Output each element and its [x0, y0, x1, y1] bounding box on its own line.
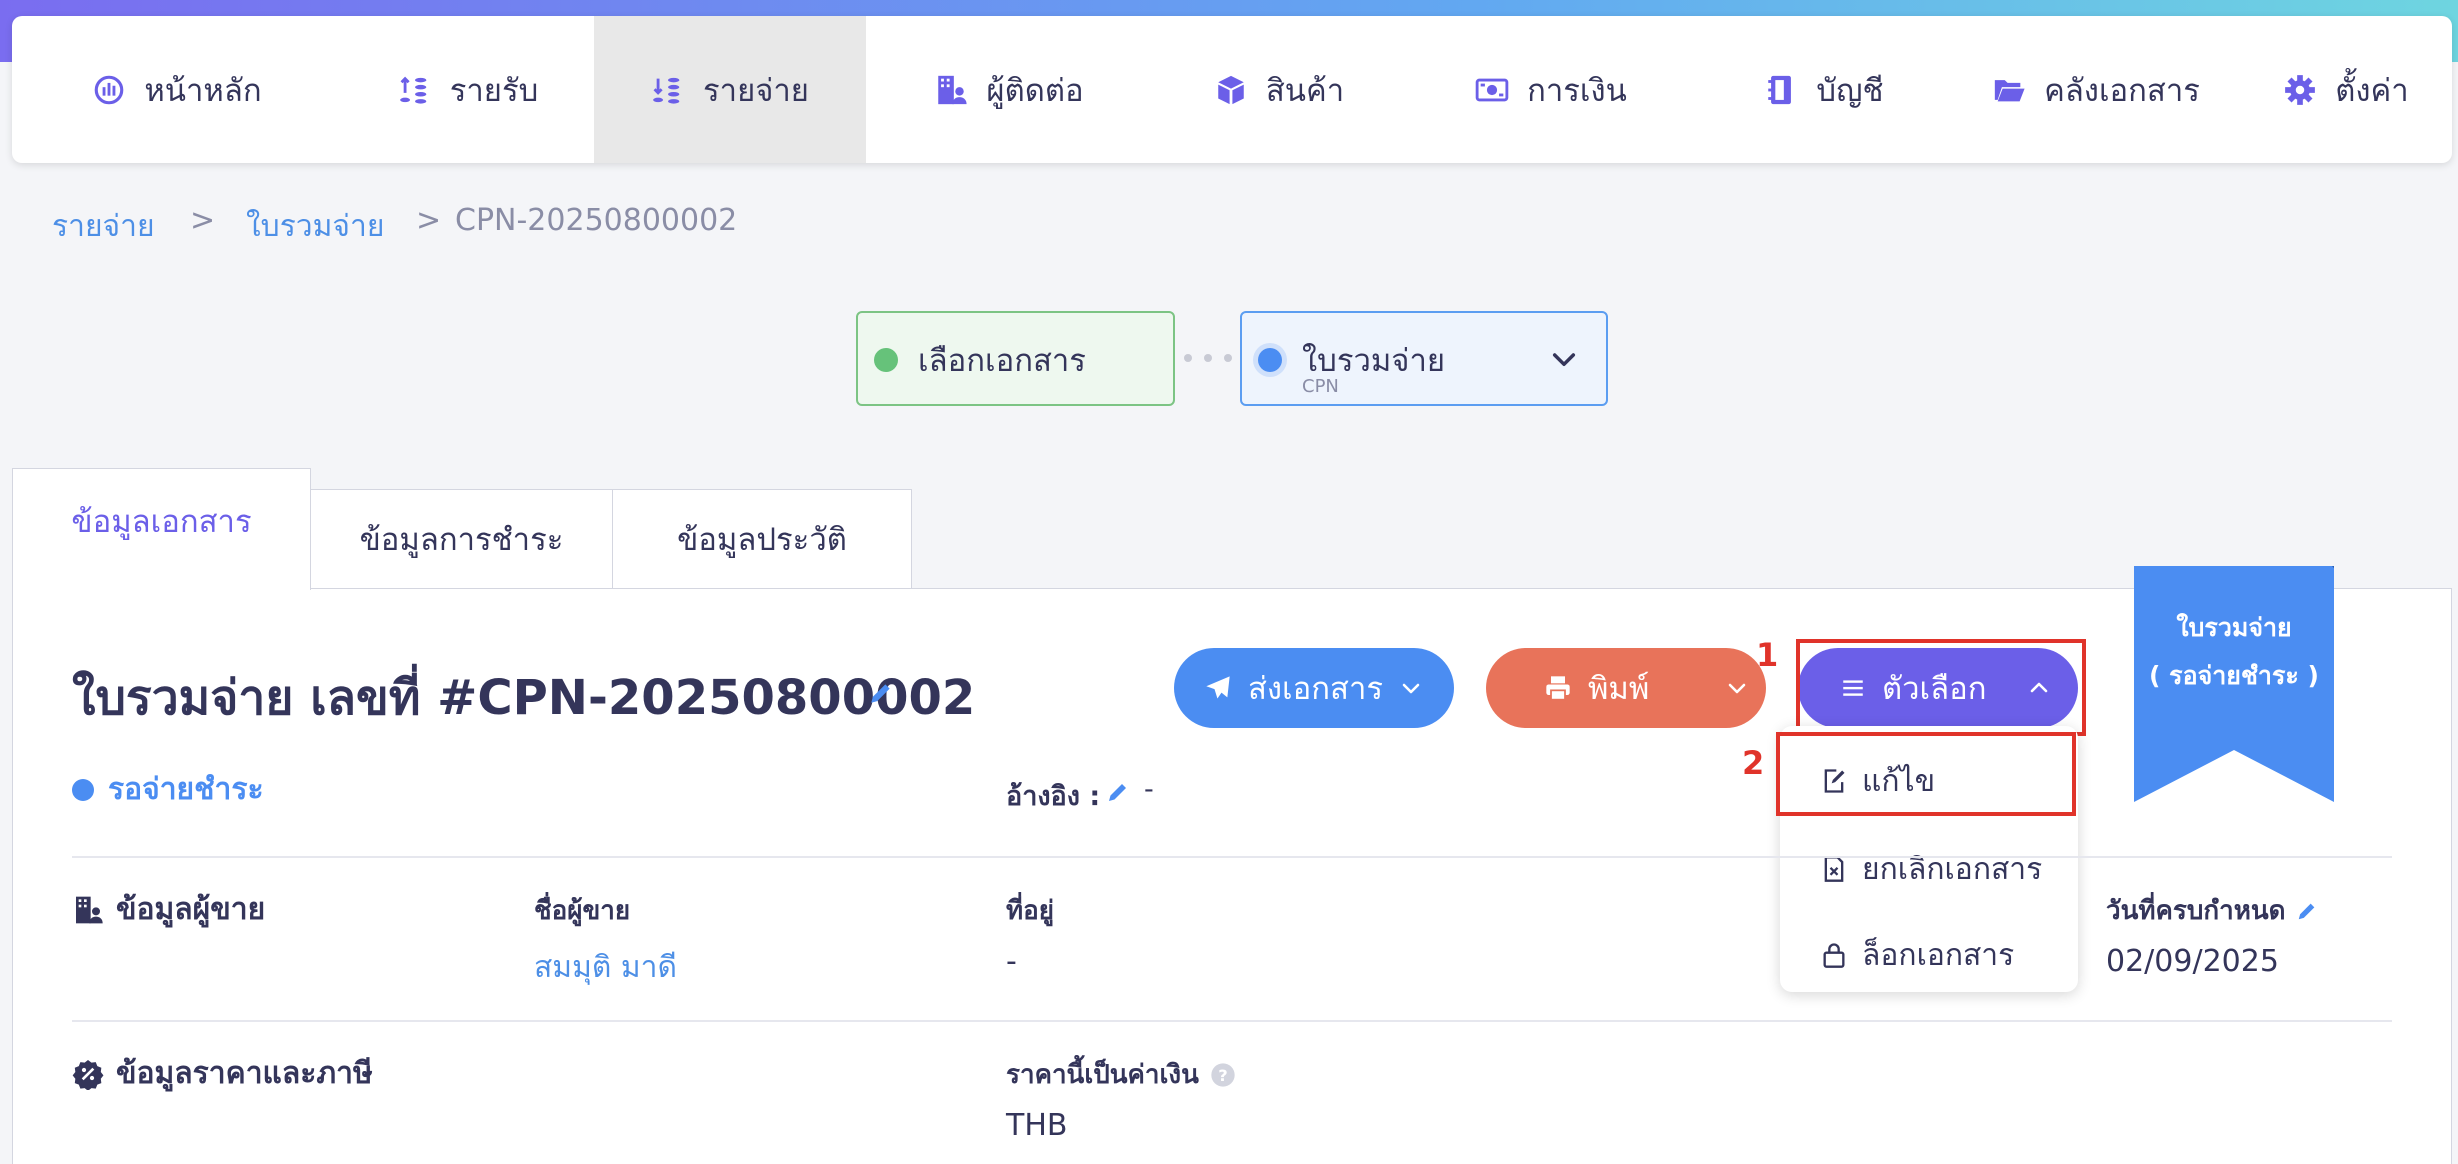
gear-icon [2285, 74, 2316, 105]
send-label: ส่งเอกสาร [1248, 671, 1384, 707]
annotation-highlight-edit [1776, 732, 2076, 816]
menu-item-lock-label: ล็อกเอกสาร [1862, 937, 2015, 973]
seller-name-label: ชื่อผู้ขาย [534, 896, 631, 926]
seller-section-heading: ข้อมูลผู้ขาย [72, 886, 265, 933]
ledger-book-icon [1768, 75, 1792, 104]
tab-history-info[interactable]: ข้อมูลประวัติ [612, 489, 912, 589]
nav-item-document-storage[interactable]: คลังเอกสาร [1952, 16, 2240, 163]
menu-item-cancel-document[interactable]: ยกเลิกเอกสาร [1780, 834, 2078, 904]
currency-label-text: ราคานี้เป็นค่าเงิน [1006, 1060, 1199, 1090]
status-text: รอจ่ายชำระ [108, 772, 264, 807]
nav-label-products: สินค้า [1265, 72, 1345, 109]
discount-badge-icon [72, 1059, 104, 1090]
breadcrumb-expense-link[interactable]: รายจ่าย [52, 203, 155, 250]
pencil-icon[interactable] [2296, 900, 2318, 922]
chevron-down-icon [1402, 683, 1420, 694]
ribbon-status: ( รอจ่ายชำระ ) [2149, 661, 2319, 690]
reference-label: อ้างอิง : [1006, 781, 1101, 812]
menu-item-cancel-label: ยกเลิกเอกสาร [1862, 851, 2043, 887]
pencil-icon[interactable] [868, 680, 894, 706]
cancel-document-icon [1824, 856, 1844, 882]
breadcrumb-combined-payment-link[interactable]: ใบรวมจ่าย [246, 203, 384, 250]
ribbon-title: ใบรวมจ่าย [2176, 613, 2292, 642]
address-label: ที่อยู่ [1006, 896, 1054, 926]
address-value: - [1006, 944, 1017, 979]
tab-document-info[interactable]: ข้อมูลเอกสาร [12, 468, 311, 590]
pencil-icon[interactable] [1106, 780, 1130, 804]
due-date-label-text: วันที่ครบกำหนด [2106, 896, 2286, 926]
status-dot [72, 778, 94, 801]
nav-item-expense[interactable]: รายจ่าย [594, 16, 866, 163]
pricing-section-title: ข้อมูลราคาและภาษี [116, 1056, 373, 1091]
currency-label: ราคานี้เป็นค่าเงิน ? [1006, 1054, 1237, 1095]
annotation-number-1: 1 [1756, 636, 1779, 674]
breadcrumb-separator: > [190, 203, 216, 238]
step-combined-payment[interactable]: ใบรวมจ่าย CPN [1240, 311, 1608, 406]
product-box-icon [1218, 75, 1244, 104]
tab-payment-info[interactable]: ข้อมูลการชำระ [310, 489, 613, 589]
step-sublabel: CPN [1302, 376, 1339, 397]
nav-item-finance[interactable]: การเงิน [1406, 16, 1696, 163]
seller-name-link[interactable]: สมมุติ มาดี [534, 944, 677, 991]
chevron-down-icon[interactable] [1548, 343, 1580, 375]
nav-label-expense: รายจ่าย [703, 72, 809, 109]
print-label: พิมพ์ [1588, 671, 1650, 707]
pricing-section-heading: ข้อมูลราคาและภาษี [72, 1050, 373, 1097]
nav-item-contacts[interactable]: ผู้ติดต่อ [866, 16, 1152, 163]
step-done-dot [874, 348, 898, 372]
contacts-icon [938, 75, 967, 104]
menu-item-lock-document[interactable]: ล็อกเอกสาร [1780, 920, 2078, 990]
currency-value: THB [1006, 1108, 1068, 1143]
nav-label-settings: ตั้งค่า [2335, 72, 2409, 109]
lock-icon [1823, 943, 1845, 968]
chevron-down-icon [1728, 683, 1746, 694]
main-navigation: หน้าหลัก รายรับ รายจ่าย ผู้ติดต่อ สินค้า… [12, 16, 2452, 163]
paper-plane-icon [1206, 676, 1230, 699]
step-label: เลือกเอกสาร [918, 343, 1086, 379]
due-date-value: 02/09/2025 [2106, 944, 2279, 979]
svg-text:?: ? [1218, 1065, 1227, 1084]
dashboard-icon [95, 75, 124, 104]
folder-icon [1994, 79, 2025, 101]
nav-item-settings[interactable]: ตั้งค่า [2240, 16, 2452, 163]
divider [72, 1020, 2392, 1022]
money-icon [1475, 78, 1509, 101]
breadcrumb-current: CPN-20250800002 [455, 203, 738, 238]
nav-item-products[interactable]: สินค้า [1152, 16, 1406, 163]
annotation-highlight-options [1796, 639, 2086, 736]
help-question-icon[interactable]: ? [1209, 1061, 1237, 1089]
status-ribbon: ใบรวมจ่าย ( รอจ่ายชำระ ) [2134, 566, 2334, 802]
printer-icon [1546, 676, 1570, 701]
breadcrumb-separator: > [416, 203, 442, 238]
step-current-dot [1258, 348, 1282, 372]
status-badge: รอจ่ายชำระ [72, 766, 264, 813]
income-icon [399, 76, 427, 104]
nav-label-finance: การเงิน [1527, 72, 1627, 109]
nav-label-income: รายรับ [449, 72, 539, 109]
nav-label-document-storage: คลังเอกสาร [2044, 72, 2200, 109]
nav-label-contacts: ผู้ติดต่อ [986, 72, 1084, 109]
nav-item-home[interactable]: หน้าหลัก [12, 16, 342, 163]
nav-item-income[interactable]: รายรับ [342, 16, 594, 163]
nav-label-home: หน้าหลัก [144, 72, 262, 109]
step-select-document[interactable]: เลือกเอกสาร [856, 311, 1175, 406]
divider [72, 856, 2392, 858]
due-date-label: วันที่ครบกำหนด [2106, 890, 2318, 931]
contacts-icon [76, 896, 103, 923]
page-title: ใบรวมจ่าย เลขที่ #CPN-20250800002 [72, 670, 976, 726]
step-connector [1184, 354, 1232, 362]
reference-value: - [1144, 774, 1154, 805]
expense-icon [653, 77, 680, 104]
nav-label-accounting: บัญชี [1816, 72, 1884, 109]
annotation-number-2: 2 [1742, 744, 1765, 782]
send-document-button[interactable]: ส่งเอกสาร [1174, 648, 1454, 728]
nav-item-accounting[interactable]: บัญชี [1696, 16, 1952, 163]
seller-section-title: ข้อมูลผู้ขาย [116, 892, 266, 927]
